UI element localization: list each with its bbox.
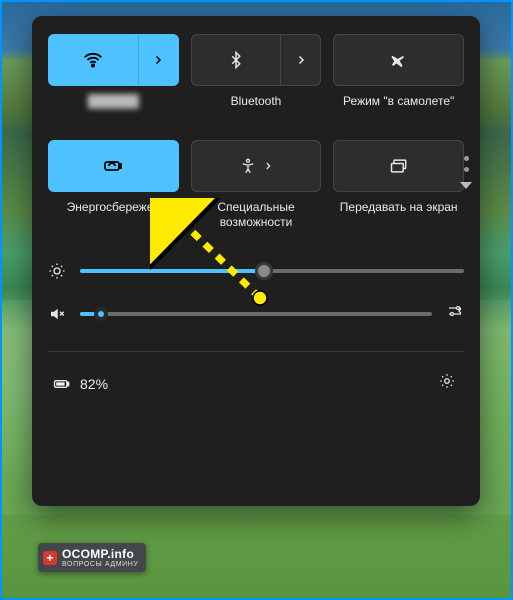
airplane-tile-group: Режим "в самолете" xyxy=(333,34,464,126)
chevron-right-icon xyxy=(152,54,164,66)
bluetooth-tile-group: Bluetooth xyxy=(191,34,322,126)
chevron-right-icon xyxy=(295,54,307,66)
bluetooth-label: Bluetooth xyxy=(191,94,322,126)
airplane-tile[interactable] xyxy=(333,34,464,86)
wifi-label: ██████ xyxy=(48,94,179,126)
battery-saver-label: Энергосбережен xyxy=(48,200,179,232)
accessibility-icon xyxy=(239,157,257,175)
wifi-tile[interactable] xyxy=(48,34,179,86)
quick-settings-panel: ██████ Bluetooth xyxy=(32,16,480,506)
bluetooth-toggle[interactable] xyxy=(192,35,281,85)
settings-button[interactable] xyxy=(434,368,460,399)
plus-icon: + xyxy=(43,551,57,565)
dot-icon xyxy=(464,156,469,161)
volume-row xyxy=(48,302,464,325)
battery-saver-tile[interactable] xyxy=(48,140,179,192)
battery-status[interactable]: 82% xyxy=(52,374,108,394)
airplane-label: Режим "в самолете" xyxy=(333,94,464,126)
brightness-slider[interactable] xyxy=(80,269,464,273)
battery-saver-tile-group: Энергосбережен xyxy=(48,140,179,232)
wifi-expand-button[interactable] xyxy=(138,35,178,85)
tiles-grid: ██████ Bluetooth xyxy=(48,34,464,232)
chevron-right-icon xyxy=(263,161,273,171)
gear-icon xyxy=(438,372,456,390)
accessibility-tile[interactable] xyxy=(191,140,322,192)
cast-tile-group: Передавать на экран xyxy=(333,140,464,232)
watermark-subtext: ВОПРОСЫ АДМИНУ xyxy=(62,561,138,568)
accessibility-label: Специальные возможности xyxy=(191,200,322,232)
wifi-toggle[interactable] xyxy=(49,35,138,85)
dot-icon xyxy=(464,167,469,172)
battery-saver-icon xyxy=(101,154,125,178)
edit-tiles-handle[interactable] xyxy=(460,156,472,189)
volume-mixer-button[interactable] xyxy=(446,302,464,325)
separator xyxy=(48,351,464,352)
watermark-badge: + OCOMP.info ВОПРОСЫ АДМИНУ xyxy=(38,543,146,572)
wifi-tile-group: ██████ xyxy=(48,34,179,126)
battery-text: 82% xyxy=(80,376,108,392)
bluetooth-icon xyxy=(227,51,245,69)
brightness-row xyxy=(48,262,464,280)
battery-icon xyxy=(52,374,72,394)
wifi-icon xyxy=(82,49,104,71)
brightness-icon xyxy=(48,262,66,280)
accessibility-tile-group: Специальные возможности xyxy=(191,140,322,232)
bluetooth-expand-button[interactable] xyxy=(280,35,320,85)
cast-icon xyxy=(389,156,409,176)
volume-mute-icon[interactable] xyxy=(48,305,66,323)
mixer-icon xyxy=(446,302,464,320)
airplane-icon xyxy=(389,50,409,70)
panel-footer: 82% xyxy=(48,362,464,403)
volume-slider[interactable] xyxy=(80,312,432,316)
bluetooth-tile[interactable] xyxy=(191,34,322,86)
watermark-text: OCOMP.info xyxy=(62,547,134,561)
cast-label: Передавать на экран xyxy=(333,200,464,232)
chevron-down-icon xyxy=(460,182,472,189)
cast-tile[interactable] xyxy=(333,140,464,192)
